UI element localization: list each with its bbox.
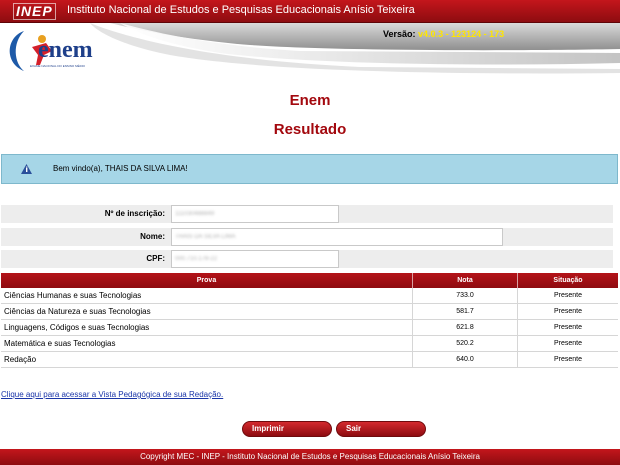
prova-cell: Redação xyxy=(1,351,413,368)
welcome-message: Bem vindo(a), THAIS DA SILVA LIMA! xyxy=(53,164,188,173)
results-header-row: Prova Nota Situação xyxy=(1,273,618,288)
enem-logo: enem EXAME NACIONAL DO ENSINO MÉDIO xyxy=(2,25,112,75)
cpf-value: 000.710.178-22 xyxy=(175,256,218,262)
welcome-banner: Bem vindo(a), THAIS DA SILVA LIMA! xyxy=(1,154,618,184)
inscricao-row: Nº de inscrição: 111030488849 xyxy=(1,205,613,223)
prova-cell: Ciências Humanas e suas Tecnologias xyxy=(1,288,413,304)
table-row: Matemática e suas Tecnologias 520.2 Pres… xyxy=(1,335,618,352)
institution-name: Instituto Nacional de Estudos e Pesquisa… xyxy=(67,4,415,16)
inscricao-value: 111030488849 xyxy=(175,211,215,217)
enem-logo-subtext: EXAME NACIONAL DO ENSINO MÉDIO xyxy=(30,64,85,68)
table-row: Redação 640.0 Presente xyxy=(1,351,618,368)
inscricao-field: 111030488849 xyxy=(171,205,339,223)
cpf-label: CPF: xyxy=(146,254,165,263)
header-prova: Prova xyxy=(1,273,413,288)
header-situacao: Situação xyxy=(517,273,618,288)
prova-cell: Matemática e suas Tecnologias xyxy=(1,335,413,352)
top-bar: INEP Instituto Nacional de Estudos e Pes… xyxy=(0,0,620,23)
prova-cell: Ciências da Natureza e suas Tecnologias xyxy=(1,303,413,320)
situacao-cell: Presente xyxy=(517,303,618,320)
header-banner: Versão: v4.0.3 - 123124 - 173 enem EXAME… xyxy=(0,23,620,78)
cpf-field: 000.710.178-22 xyxy=(171,250,339,268)
footer-copyright: Copyright MEC - INEP - Instituto Naciona… xyxy=(140,452,480,461)
version-label: Versão: xyxy=(383,29,416,39)
nome-value: THAIS DA SILVA LIMA xyxy=(175,234,236,240)
page-subtitle: Resultado xyxy=(273,121,347,138)
table-row: Ciências da Natureza e suas Tecnologias … xyxy=(1,303,618,320)
prova-cell: Linguagens, Códigos e suas Tecnologias xyxy=(1,319,413,336)
table-row: Linguagens, Códigos e suas Tecnologias 6… xyxy=(1,319,618,336)
version-info: Versão: v4.0.3 - 123124 - 173 xyxy=(383,29,504,39)
cpf-row: CPF: 000.710.178-22 xyxy=(1,250,613,268)
footer: Copyright MEC - INEP - Instituto Naciona… xyxy=(0,449,620,465)
exit-button[interactable]: Sair xyxy=(336,421,426,437)
situacao-cell: Presente xyxy=(517,319,618,336)
print-button[interactable]: Imprimir xyxy=(242,421,332,437)
nota-cell: 733.0 xyxy=(412,288,518,304)
results-table: Prova Nota Situação Ciências Humanas e s… xyxy=(1,273,618,368)
situacao-cell: Presente xyxy=(517,288,618,304)
situacao-cell: Presente xyxy=(517,335,618,352)
inscricao-label: Nº de inscrição: xyxy=(104,209,165,218)
enem-logo-text: enem xyxy=(38,37,93,63)
info-icon xyxy=(21,164,32,174)
nome-field: THAIS DA SILVA LIMA xyxy=(171,228,503,246)
nome-label: Nome: xyxy=(140,232,165,241)
nota-cell: 581.7 xyxy=(412,303,518,320)
page-title: Enem xyxy=(289,92,331,109)
nota-cell: 621.8 xyxy=(412,319,518,336)
vista-pedagogica-link[interactable]: Clique aqui para acessar a Vista Pedagóg… xyxy=(1,390,223,399)
version-number: v4.0.3 - 123124 - 173 xyxy=(418,29,505,39)
inep-logo: INEP xyxy=(13,3,56,20)
nota-cell: 520.2 xyxy=(412,335,518,352)
situacao-cell: Presente xyxy=(517,351,618,368)
header-nota: Nota xyxy=(412,273,518,288)
nome-row: Nome: THAIS DA SILVA LIMA xyxy=(1,228,613,246)
nota-cell: 640.0 xyxy=(412,351,518,368)
table-row: Ciências Humanas e suas Tecnologias 733.… xyxy=(1,288,618,304)
